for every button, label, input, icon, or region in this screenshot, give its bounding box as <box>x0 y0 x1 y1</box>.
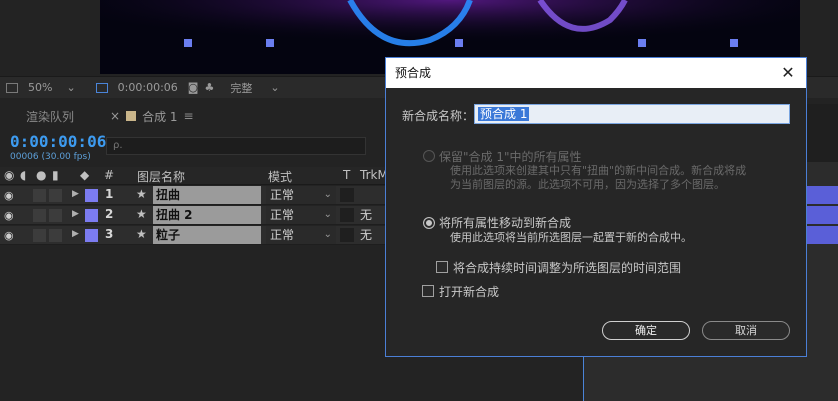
layer-name[interactable]: 扭曲 <box>153 186 261 204</box>
monitor-icon[interactable] <box>6 82 22 93</box>
lock-icon[interactable]: ▮ <box>52 168 59 182</box>
layer-number: 3 <box>105 227 114 241</box>
option-keep-attributes-desc-1: 使用此选项来创建其中只有"扭曲"的新中间合成。新合成将成 <box>450 164 747 177</box>
layer-number: 1 <box>105 187 114 201</box>
lock-toggle[interactable] <box>49 189 62 202</box>
option-keep-attributes-radio <box>423 150 435 162</box>
audio-icon[interactable]: ◖ <box>20 168 26 182</box>
header-t: T <box>343 168 351 182</box>
mode-select[interactable]: 正常 ⌄ <box>266 206 336 224</box>
ok-button[interactable]: 确定 <box>602 321 690 340</box>
header-layer-name[interactable]: 图层名称 <box>137 168 185 185</box>
header-trkmat: TrkM <box>360 168 388 182</box>
cancel-button[interactable]: 取消 <box>702 321 790 340</box>
transform-handle[interactable] <box>266 39 274 47</box>
chevron-down-icon: ⌄ <box>270 81 280 94</box>
star-icon: ★ <box>136 207 147 221</box>
eye-icon[interactable]: ◉ <box>4 229 14 242</box>
zoom-select[interactable]: 50% ⌄ <box>28 81 76 94</box>
star-icon: ★ <box>136 187 147 201</box>
chevron-down-icon: ⌄ <box>323 229 332 240</box>
label-icon[interactable]: ◆ <box>80 168 89 182</box>
camera-icon[interactable]: ◙ <box>188 81 199 94</box>
t-toggle[interactable] <box>340 208 354 222</box>
chevron-down-icon: ⌄ <box>66 81 76 94</box>
chevron-down-icon: ⌄ <box>323 189 332 200</box>
comp-color-swatch <box>126 111 137 121</box>
tab-render-queue[interactable]: 渲染队列 <box>18 108 82 125</box>
close-icon[interactable]: × <box>110 109 120 123</box>
layer-name[interactable]: 扭曲 2 <box>153 206 261 224</box>
transform-handle[interactable] <box>184 39 192 47</box>
header-num: # <box>104 168 115 182</box>
mode-select[interactable]: 正常 ⌄ <box>266 186 336 204</box>
open-new-comp-checkbox[interactable] <box>422 285 434 297</box>
viewer-timecode[interactable]: 0:00:00:06 <box>118 81 178 94</box>
expand-arrow-icon[interactable]: ▶ <box>72 189 79 199</box>
transform-handle[interactable] <box>638 39 646 47</box>
lock-toggle[interactable] <box>49 229 62 242</box>
expand-arrow-icon[interactable]: ▶ <box>72 229 79 239</box>
channel-icon[interactable]: ♣ <box>204 81 214 94</box>
star-icon: ★ <box>136 227 147 241</box>
grid-icon[interactable] <box>95 82 112 93</box>
transform-handle[interactable] <box>730 39 738 47</box>
header-mode[interactable]: 模式 <box>268 168 292 185</box>
option-move-attributes-label[interactable]: 将所有属性移动到新合成 <box>439 214 571 231</box>
mode-select[interactable]: 正常 ⌄ <box>266 226 336 244</box>
expand-arrow-icon[interactable]: ▶ <box>72 209 79 219</box>
open-new-comp-label[interactable]: 打开新合成 <box>439 283 499 300</box>
zoom-value: 50% <box>28 81 53 94</box>
timeline-timecode[interactable]: 0:00:00:06 <box>10 132 106 151</box>
adjust-duration-label[interactable]: 将合成持续时间调整为所选图层的时间范围 <box>453 259 681 276</box>
transform-handle[interactable] <box>455 39 463 47</box>
trkmat-value[interactable]: 无 <box>360 226 372 244</box>
option-move-attributes-radio[interactable] <box>423 217 435 229</box>
label-color[interactable] <box>85 209 98 222</box>
option-move-attributes-desc: 使用此选项将当前所选图层一起置于新的合成中。 <box>450 231 692 244</box>
tab-comp[interactable]: × 合成 1 ≡ <box>102 108 202 125</box>
chevron-down-icon: ⌄ <box>323 209 332 220</box>
t-toggle[interactable] <box>340 188 354 202</box>
solo-toggle[interactable] <box>33 209 46 222</box>
solo-toggle[interactable] <box>33 229 46 242</box>
eye-icon[interactable]: ◉ <box>4 189 14 202</box>
trkmat-value[interactable]: 无 <box>360 206 372 224</box>
comp-name-input[interactable]: 预合成 1 <box>474 104 790 124</box>
adjust-duration-checkbox[interactable] <box>436 261 448 273</box>
eye-icon[interactable]: ◉ <box>4 209 14 222</box>
label-color[interactable] <box>85 189 98 202</box>
label-color[interactable] <box>85 229 98 242</box>
dialog-title: 预合成 <box>386 58 806 88</box>
solo-icon[interactable]: ● <box>36 168 46 182</box>
layer-search-input[interactable]: ρ. <box>106 137 366 155</box>
frame-count: 00006 (30.00 fps) <box>10 152 91 162</box>
quality-select[interactable]: 完整 ⌄ <box>230 80 279 96</box>
close-icon[interactable]: ✕ <box>778 63 798 83</box>
option-keep-attributes-desc-2: 为当前图层的源。此选项不可用，因为选择了多个图层。 <box>450 178 725 191</box>
layer-track-bar[interactable] <box>805 206 838 224</box>
lock-toggle[interactable] <box>49 209 62 222</box>
t-toggle[interactable] <box>340 228 354 242</box>
layer-track-bar[interactable] <box>805 226 838 244</box>
name-label: 新合成名称： <box>402 109 475 123</box>
layer-name[interactable]: 粒子 <box>153 226 261 244</box>
layer-track-bar[interactable] <box>805 186 838 204</box>
precompose-dialog: 预合成 ✕ 新合成名称： 预合成 1 保留"合成 1"中的所有属性 使用此选项来… <box>385 57 807 357</box>
layer-number: 2 <box>105 207 114 221</box>
panel-menu-icon[interactable]: ≡ <box>184 109 194 123</box>
eye-icon[interactable]: ◉ <box>4 168 14 182</box>
solo-toggle[interactable] <box>33 189 46 202</box>
